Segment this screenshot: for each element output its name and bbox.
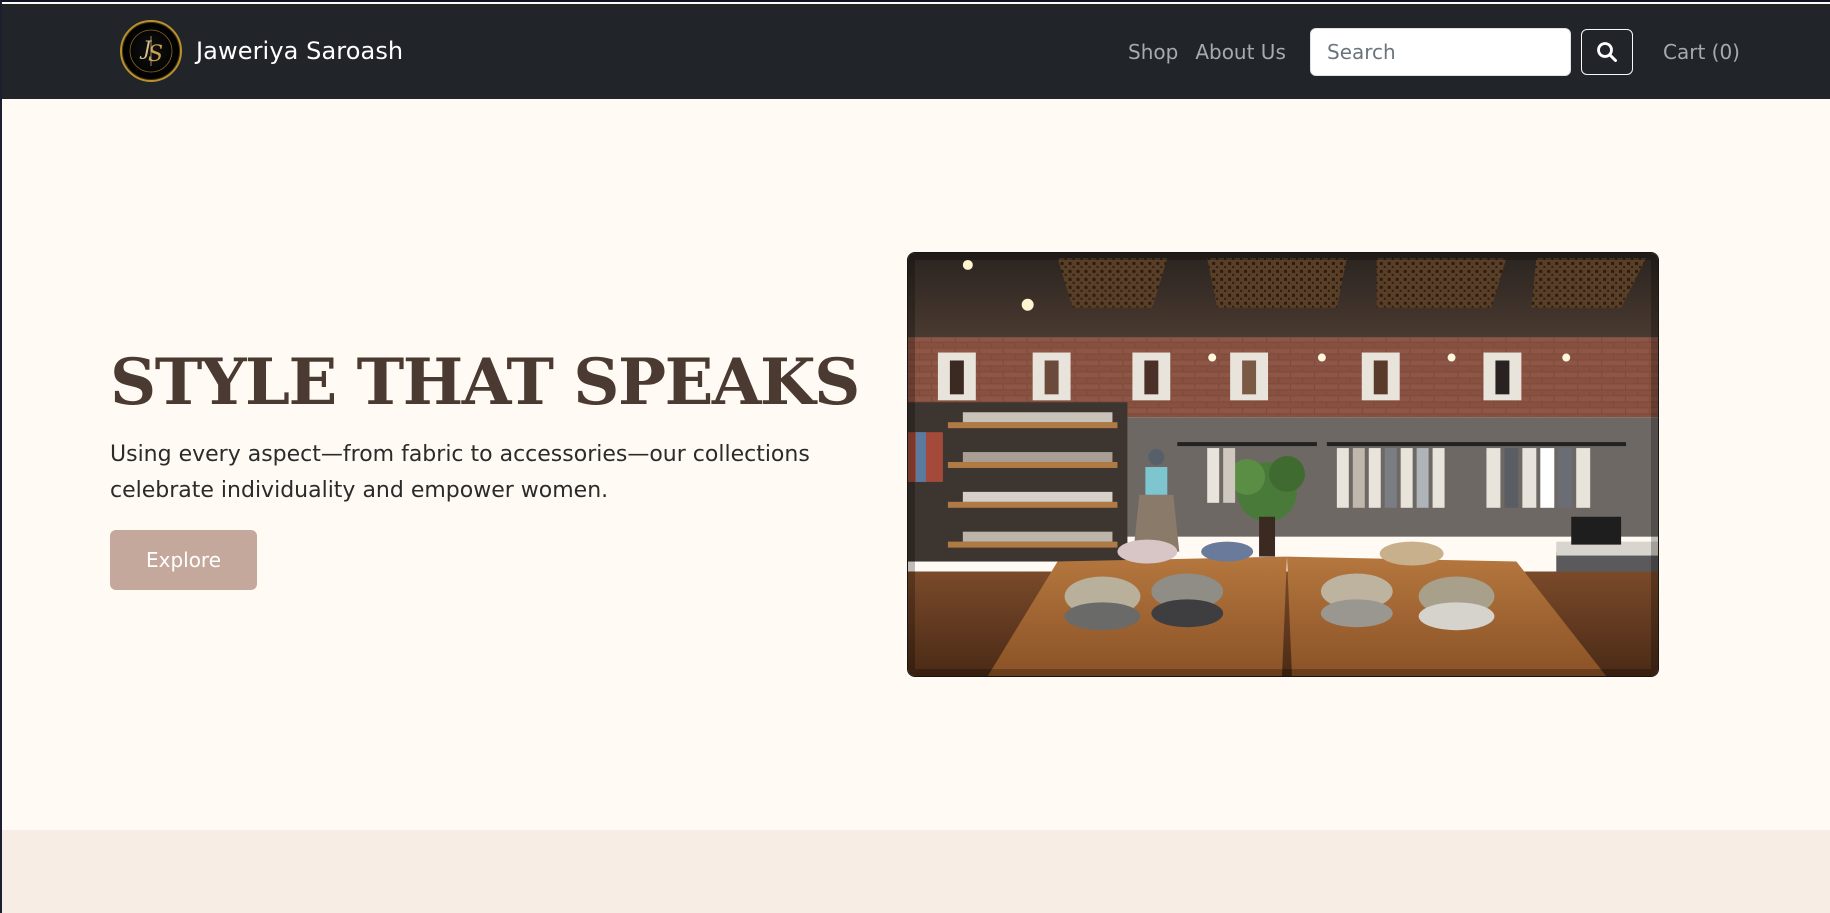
brand-name: Jaweriya Saroash [196,37,404,65]
next-section [2,830,1830,913]
search-button[interactable] [1581,29,1633,75]
nav-link-shop[interactable]: Shop [1128,40,1178,64]
brand-link[interactable]: J S Jaweriya Saroash [120,20,403,82]
logo-monogram-icon: J S [129,29,173,73]
nav-link-about-us[interactable]: About Us [1195,40,1286,64]
svg-text:S: S [148,42,163,67]
hero-description-line1: Using every aspect—from fabric to access… [110,442,810,467]
js-monogram-logo: J S [120,20,182,82]
nav-links: Shop About Us [1128,4,1303,99]
search-input[interactable] [1310,28,1571,76]
explore-button[interactable]: Explore [110,530,257,590]
hero-description: Using every aspect—from fabric to access… [110,437,810,509]
search-icon [1597,42,1617,62]
hero-store-image [907,252,1659,677]
hero-section: STYLE THAT SPEAKS Using every aspect—fro… [2,99,1830,830]
cart-link[interactable]: Cart (0) [1663,4,1740,99]
boutique-illustration [908,253,1658,676]
hero-title: STYLE THAT SPEAKS [110,345,860,420]
hero-description-line2: celebrate individuality and empower wome… [110,478,609,503]
navbar: J S Jaweriya Saroash Shop About Us Cart … [2,4,1830,99]
